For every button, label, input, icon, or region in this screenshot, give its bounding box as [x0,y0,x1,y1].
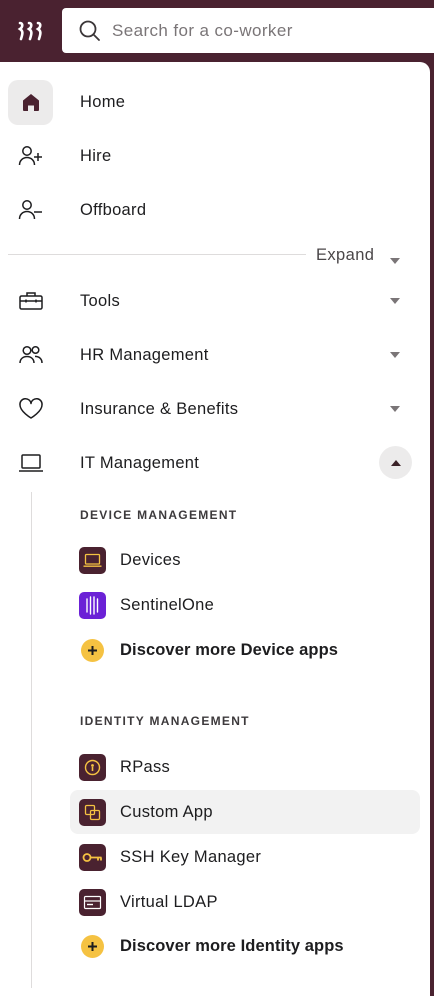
nav-item-it-management[interactable]: IT Management [0,439,430,487]
heart-icon [8,387,53,432]
nav-label-tools: Tools [80,291,121,310]
app-label-devices: Devices [120,550,181,569]
submenu-guide-line [31,492,32,988]
chevron-down-icon[interactable] [390,251,400,269]
nav-label-hr-management: HR Management [80,345,209,364]
laptop-icon [8,441,53,486]
add-icon [79,933,106,960]
menu-divider [8,254,306,255]
toolbox-icon [8,279,53,324]
section-heading-identity-management: IDENTITY MANAGEMENT [80,714,250,728]
nav-item-hire[interactable]: Hire [0,132,430,180]
discover-identity-apps-link[interactable]: Discover more Identity apps [70,924,420,968]
plus-badge [81,638,104,662]
expand-button[interactable]: Expand [316,244,374,266]
key-icon [79,843,106,871]
app-item-rpass[interactable]: RPass [70,745,420,789]
devices-app-icon [79,546,106,574]
nav-item-offboard[interactable]: Offboard [0,186,430,234]
nav-label-home: Home [80,92,126,111]
app-label-custom-app: Custom App [120,802,213,821]
section-heading-device-management: DEVICE MANAGEMENT [80,508,238,522]
chevron-down-icon[interactable] [390,350,400,360]
rpass-app-icon [79,753,106,781]
nav-label-insurance-benefits: Insurance & Benefits [80,399,239,418]
app-item-devices[interactable]: Devices [70,538,420,582]
nav-label-offboard: Offboard [80,200,147,219]
navigation-menu: Home Hire Offboard Expand Tools HR Manag… [0,62,430,996]
app-item-ssh-key-manager[interactable]: SSH Key Manager [70,835,420,879]
discover-device-apps-link[interactable]: Discover more Device apps [70,628,420,672]
people-icon [8,333,53,378]
sentinelone-app-icon [79,591,106,619]
add-user-icon [8,134,53,179]
chevron-down-icon[interactable] [390,296,400,306]
app-item-custom-app[interactable]: Custom App [70,790,420,834]
app-label-virtual-ldap: Virtual LDAP [120,892,218,911]
custom-app-icon [79,798,106,826]
app-label-rpass: RPass [120,757,171,776]
add-icon [79,637,106,664]
plus-badge [81,934,104,958]
search-bar[interactable] [62,8,434,53]
search-icon [78,19,102,43]
top-bar [0,0,434,62]
nav-label-it-management: IT Management [80,453,200,472]
nav-label-hire: Hire [80,146,112,165]
nav-item-insurance-benefits[interactable]: Insurance & Benefits [0,385,430,433]
app-item-virtual-ldap[interactable]: Virtual LDAP [70,880,420,924]
app-item-sentinelone[interactable]: SentinelOne [70,583,420,627]
discover-device-apps-label: Discover more Device apps [120,640,339,659]
discover-identity-apps-label: Discover more Identity apps [120,936,344,955]
collapse-button[interactable] [379,446,412,479]
rippling-logo[interactable] [0,0,61,62]
nav-item-hr-management[interactable]: HR Management [0,331,430,379]
chevron-down-icon[interactable] [390,404,400,414]
search-input[interactable] [112,20,392,41]
nav-item-tools[interactable]: Tools [0,277,430,325]
remove-user-icon [8,188,53,233]
app-label-sentinelone: SentinelOne [120,595,215,614]
rippling-logo-icon [17,21,42,41]
directory-icon [79,888,106,916]
nav-item-home[interactable]: Home [0,78,430,126]
home-icon [8,79,53,125]
chevron-up-icon [390,459,401,466]
app-label-ssh-key-manager: SSH Key Manager [120,847,262,866]
